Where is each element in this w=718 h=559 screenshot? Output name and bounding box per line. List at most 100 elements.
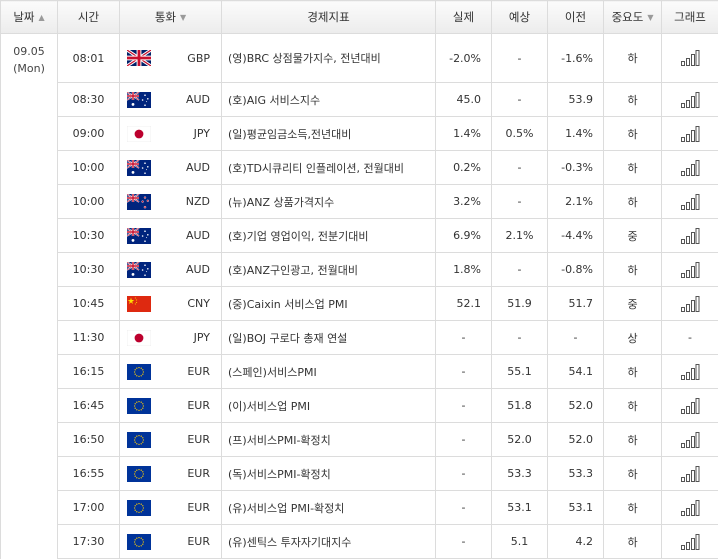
time-cell: 16:50 — [58, 423, 120, 457]
currency-cell: AUD — [158, 83, 222, 117]
bar-chart-icon[interactable] — [680, 159, 700, 177]
flag-cell — [120, 117, 158, 151]
flag-cell — [120, 525, 158, 559]
currency-cell: AUD — [158, 219, 222, 253]
actual-cell: - — [436, 423, 492, 457]
actual-column-header: 실제 — [436, 1, 492, 34]
indicator-cell[interactable]: (호)ANZ구인광고, 전월대비 — [222, 253, 436, 287]
flag-cell — [120, 253, 158, 287]
currency-column-header[interactable]: 통화▼ — [120, 1, 222, 34]
table-row: 11:30JPY(일)BOJ 구로다 총재 연설---상- — [1, 321, 718, 355]
bar-chart-icon[interactable] — [680, 465, 700, 483]
previous-cell: - — [548, 321, 604, 355]
actual-cell: 1.8% — [436, 253, 492, 287]
indicator-cell[interactable]: (호)기업 영업이익, 전분기대비 — [222, 219, 436, 253]
indicator-cell[interactable]: (호)AIG 서비스지수 — [222, 83, 436, 117]
graph-cell: - — [662, 321, 718, 355]
previous-cell: 53.1 — [548, 491, 604, 525]
bar-chart-icon[interactable] — [680, 193, 700, 211]
australia-flag-icon — [127, 160, 151, 176]
time-cell: 08:30 — [58, 83, 120, 117]
importance-cell: 하 — [604, 525, 662, 559]
forecast-cell: 0.5% — [492, 117, 548, 151]
time-cell: 11:30 — [58, 321, 120, 355]
forecast-cell: - — [492, 83, 548, 117]
flag-cell — [120, 34, 158, 83]
table-row: 10:30AUD(호)기업 영업이익, 전분기대비6.9%2.1%-4.4%중 — [1, 219, 718, 253]
bar-chart-icon[interactable] — [680, 431, 700, 449]
importance-cell: 하 — [604, 34, 662, 83]
currency-cell: EUR — [158, 389, 222, 423]
indicator-cell[interactable]: (이)서비스업 PMI — [222, 389, 436, 423]
indicator-cell[interactable]: (스페인)서비스PMI — [222, 355, 436, 389]
eu-flag-icon — [127, 398, 151, 414]
importance-cell: 상 — [604, 321, 662, 355]
indicator-cell[interactable]: (일)평균임금소득,전년대비 — [222, 117, 436, 151]
graph-cell — [662, 219, 718, 253]
china-flag-icon — [127, 296, 151, 312]
previous-cell: 52.0 — [548, 423, 604, 457]
graph-cell — [662, 151, 718, 185]
currency-cell: EUR — [158, 355, 222, 389]
indicator-column-header: 경제지표 — [222, 1, 436, 34]
table-row: 10:00AUD(호)TD시큐리티 인플레이션, 전월대비0.2%--0.3%하 — [1, 151, 718, 185]
bar-chart-icon[interactable] — [680, 295, 700, 313]
indicator-cell[interactable]: (일)BOJ 구로다 총재 연설 — [222, 321, 436, 355]
time-cell: 09:00 — [58, 117, 120, 151]
bar-chart-icon[interactable] — [680, 91, 700, 109]
previous-cell: 51.7 — [548, 287, 604, 321]
time-cell: 10:00 — [58, 151, 120, 185]
bar-chart-icon[interactable] — [680, 363, 700, 381]
australia-flag-icon — [127, 262, 151, 278]
japan-flag-icon — [127, 126, 151, 142]
date-column-header[interactable]: 날짜▲ — [1, 1, 58, 34]
eu-flag-icon — [127, 466, 151, 482]
currency-cell: EUR — [158, 423, 222, 457]
flag-cell — [120, 423, 158, 457]
actual-cell: - — [436, 389, 492, 423]
actual-cell: - — [436, 491, 492, 525]
flag-cell — [120, 355, 158, 389]
indicator-cell[interactable]: (유)서비스업 PMI-확정치 — [222, 491, 436, 525]
forecast-cell: 55.1 — [492, 355, 548, 389]
flag-cell — [120, 287, 158, 321]
eu-flag-icon — [127, 500, 151, 516]
currency-cell: NZD — [158, 185, 222, 219]
actual-cell: - — [436, 525, 492, 559]
forecast-cell: 51.8 — [492, 389, 548, 423]
date-cell: 09.05(Mon) — [1, 34, 58, 559]
bar-chart-icon[interactable] — [680, 533, 700, 551]
table-row: 16:15EUR(스페인)서비스PMI-55.154.1하 — [1, 355, 718, 389]
currency-cell: EUR — [158, 525, 222, 559]
previous-cell: -0.8% — [548, 253, 604, 287]
time-cell: 10:30 — [58, 219, 120, 253]
indicator-cell[interactable]: (프)서비스PMI-확정치 — [222, 423, 436, 457]
indicator-cell[interactable]: (호)TD시큐리티 인플레이션, 전월대비 — [222, 151, 436, 185]
indicator-cell[interactable]: (뉴)ANZ 상품가격지수 — [222, 185, 436, 219]
graph-cell — [662, 117, 718, 151]
table-row: 09:00JPY(일)평균임금소득,전년대비1.4%0.5%1.4%하 — [1, 117, 718, 151]
indicator-cell[interactable]: (중)Caixin 서비스업 PMI — [222, 287, 436, 321]
bar-chart-icon[interactable] — [680, 227, 700, 245]
bar-chart-icon[interactable] — [680, 261, 700, 279]
new-zealand-flag-icon — [127, 194, 151, 210]
bar-chart-icon[interactable] — [680, 397, 700, 415]
table-row: 17:30EUR(유)센틱스 투자자기대지수-5.14.2하 — [1, 525, 718, 559]
graph-cell — [662, 83, 718, 117]
currency-cell: JPY — [158, 117, 222, 151]
indicator-cell[interactable]: (독)서비스PMI-확정치 — [222, 457, 436, 491]
bar-chart-icon[interactable] — [680, 499, 700, 517]
time-column-header: 시간 — [58, 1, 120, 34]
indicator-cell[interactable]: (유)센틱스 투자자기대지수 — [222, 525, 436, 559]
importance-cell: 하 — [604, 83, 662, 117]
time-cell: 16:45 — [58, 389, 120, 423]
table-row: 10:45CNY(중)Caixin 서비스업 PMI52.151.951.7중 — [1, 287, 718, 321]
importance-column-header[interactable]: 중요도▼ — [604, 1, 662, 34]
bar-chart-icon[interactable] — [680, 49, 700, 67]
table-row: 16:45EUR(이)서비스업 PMI-51.852.0하 — [1, 389, 718, 423]
importance-cell: 하 — [604, 491, 662, 525]
table-row: 09.05(Mon)08:01GBP(영)BRC 상점물가지수, 전년대비-2.… — [1, 34, 718, 83]
importance-cell: 하 — [604, 185, 662, 219]
indicator-cell[interactable]: (영)BRC 상점물가지수, 전년대비 — [222, 34, 436, 83]
bar-chart-icon[interactable] — [680, 125, 700, 143]
